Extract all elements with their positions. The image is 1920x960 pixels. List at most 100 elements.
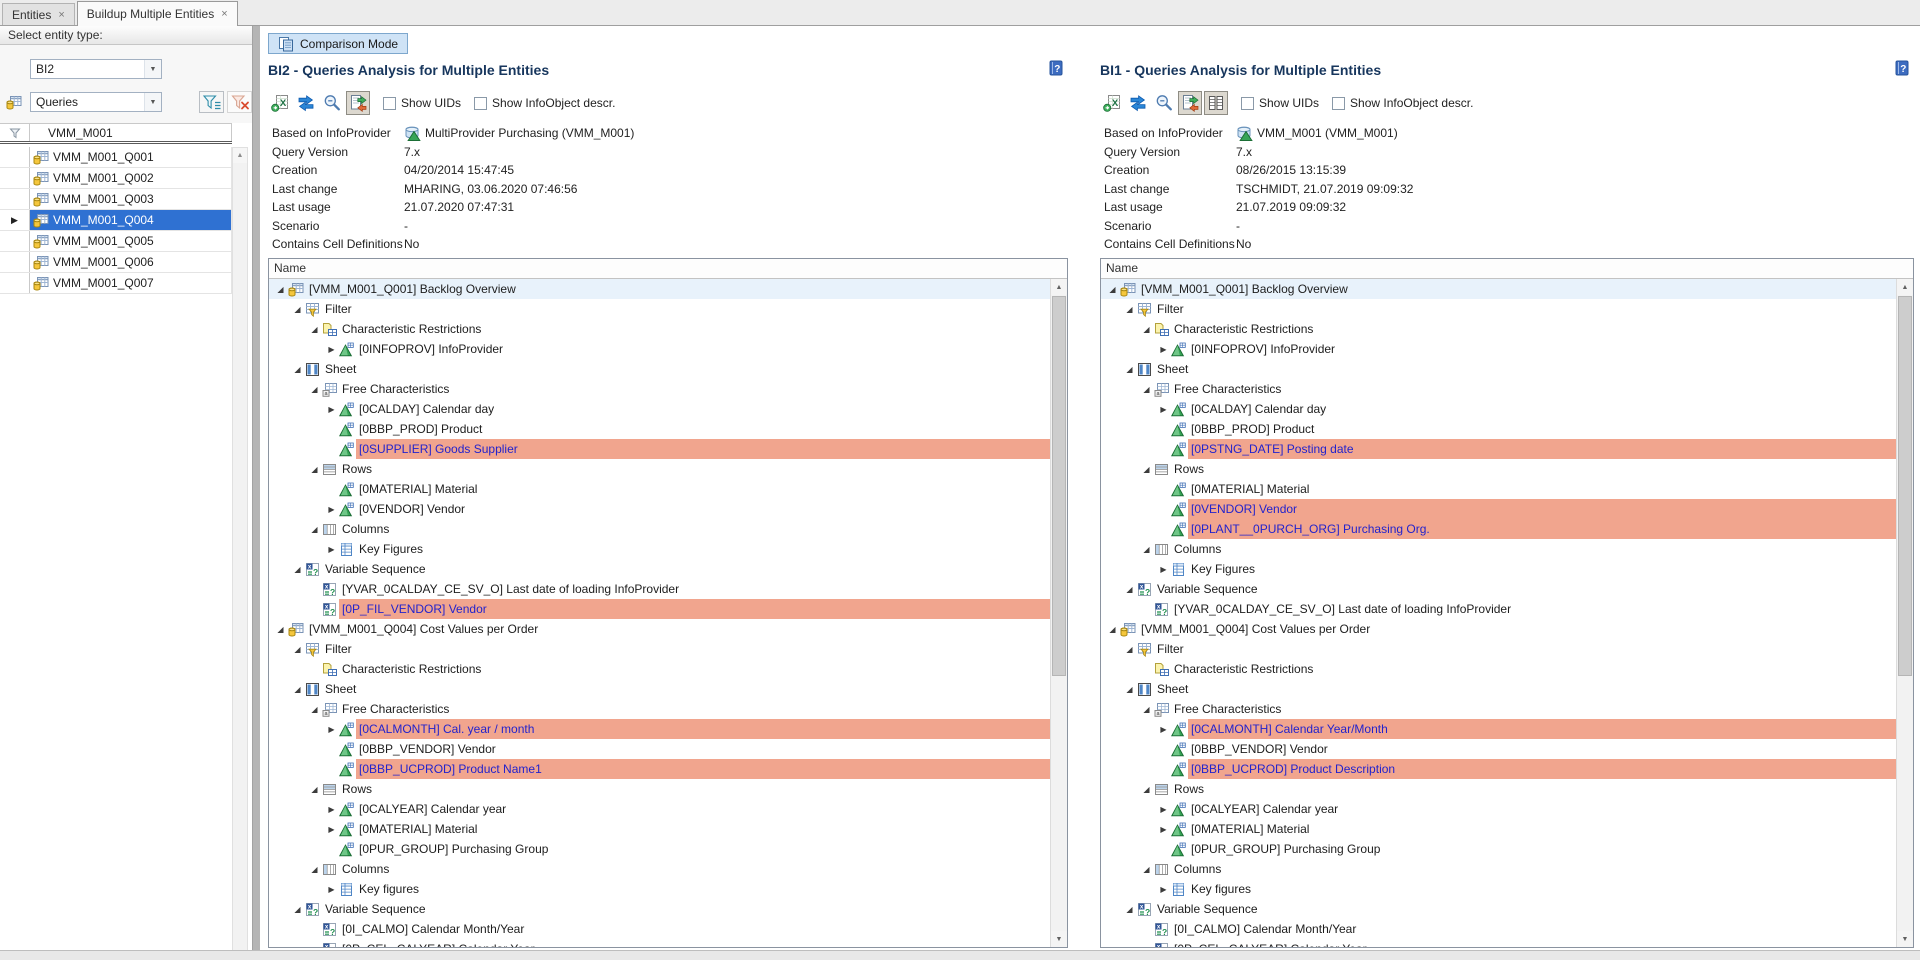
tree-node[interactable]: [0PUR_GROUP] Purchasing Group [1101,839,1896,859]
tree-node[interactable]: ◢Sheet [1101,679,1896,699]
tree-node[interactable]: ◢[VMM_M001_Q004] Cost Values per Order [1101,619,1896,639]
filter-edit-button[interactable] [199,91,224,113]
collapse-icon[interactable]: ◢ [1140,465,1153,474]
collapse-icon[interactable]: ◢ [1140,785,1153,794]
tab-buildup-multiple-entities[interactable]: Buildup Multiple Entities× [77,1,238,26]
tree-node[interactable]: ◢Filter [269,299,1050,319]
collapse-icon[interactable]: ◢ [1123,685,1136,694]
object-type-select[interactable]: Queries ▼ [30,92,162,112]
tree-node[interactable]: [0BBP_PROD] Product [1101,419,1896,439]
tree-node[interactable]: [0PLANT__0PURCH_ORG] Purchasing Org. [1101,519,1896,539]
collapse-icon[interactable]: ◢ [1106,625,1119,634]
excel-export-button[interactable]: X [268,91,292,115]
expand-icon[interactable]: ▶ [325,825,338,834]
tree-node[interactable]: ◢Columns [269,519,1050,539]
collapse-icon[interactable]: ◢ [308,385,321,394]
tree-node[interactable]: x?[0I_CALMO] Calendar Month/Year [269,919,1050,939]
collapse-icon[interactable]: ◢ [308,325,321,334]
checkbox[interactable] [474,97,487,110]
list-item[interactable]: VMM_M001_Q005 [0,231,232,252]
search-minus-button[interactable] [1152,91,1176,115]
grid-pair-button[interactable] [1204,91,1228,115]
checkbox[interactable] [1332,97,1345,110]
tree-node[interactable]: ◢Sheet [269,679,1050,699]
entity-type-select[interactable]: BI2 ▼ [30,59,162,79]
tree-node[interactable]: ◢Filter [1101,299,1896,319]
tree-node[interactable]: ▶[0CALDAY] Calendar day [1101,399,1896,419]
close-icon[interactable]: × [221,9,227,19]
collapse-icon[interactable]: ◢ [291,305,304,314]
expand-icon[interactable]: ▶ [325,545,338,554]
query-list-column-header[interactable]: VMM_M001 [30,124,232,141]
expand-icon[interactable]: ▶ [1157,725,1170,734]
tree-scrollbar[interactable]: ▲▼ [1896,279,1913,947]
sidebar-scrollbar[interactable]: ▲ ▼ [232,147,248,960]
tree-node[interactable]: ◢[VMM_M001_Q001] Backlog Overview [1101,279,1896,299]
expand-icon[interactable]: ▶ [325,805,338,814]
help-button[interactable]: ? [1048,60,1064,79]
tree-node[interactable]: ▶Key Figures [1101,559,1896,579]
tree-node[interactable]: [0BBP_UCPROD] Product Name1 [269,759,1050,779]
filter-row-indicator[interactable] [0,124,30,141]
tree-node[interactable]: ◢aFree Characteristics [269,379,1050,399]
tree-node[interactable]: ▶Key figures [269,879,1050,899]
scrollbar-thumb[interactable] [1898,296,1912,676]
scrollbar-thumb[interactable] [1052,296,1066,676]
tree-node[interactable]: ▶[0CALMONTH] Cal. year / month [269,719,1050,739]
tree-node[interactable]: ▶[0MATERIAL] Material [1101,819,1896,839]
tree-node[interactable]: ◢x?Variable Sequence [269,559,1050,579]
collapse-icon[interactable]: ◢ [1140,705,1153,714]
collapse-icon[interactable]: ◢ [291,365,304,374]
compare-transfer-button[interactable] [346,91,370,115]
tree-node[interactable]: ▶[0CALYEAR] Calendar year [269,799,1050,819]
close-icon[interactable]: × [58,10,64,20]
excel-export-button[interactable]: X [1100,91,1124,115]
collapse-icon[interactable]: ◢ [308,705,321,714]
scroll-down-icon[interactable]: ▼ [1051,931,1067,947]
tree-node[interactable]: x?[YVAR_0CALDAY_CE_SV_O] Last date of lo… [269,579,1050,599]
tree-node[interactable]: ◢Sheet [269,359,1050,379]
tree-node[interactable]: ◢Rows [1101,459,1896,479]
collapse-icon[interactable]: ◢ [274,285,287,294]
transfer-arrows-button[interactable] [294,91,318,115]
collapse-icon[interactable]: ◢ [291,685,304,694]
tree-node[interactable]: x?[0P_FIL_VENDOR] Vendor [269,599,1050,619]
tree-node[interactable]: ▶[0MATERIAL] Material [269,819,1050,839]
tab-entities[interactable]: Entities× [2,3,75,25]
collapse-icon[interactable]: ◢ [308,525,321,534]
filter-clear-button[interactable] [227,91,252,113]
expand-icon[interactable]: ▶ [325,405,338,414]
tree-node[interactable]: ◢Rows [269,779,1050,799]
tree-node[interactable]: ◢Rows [269,459,1050,479]
tree-node[interactable]: ▶Key Figures [269,539,1050,559]
expand-icon[interactable]: ▶ [325,725,338,734]
tree-node[interactable]: [0BBP_UCPROD] Product Description [1101,759,1896,779]
tree-node[interactable]: ▶[0CALMONTH] Calendar Year/Month [1101,719,1896,739]
compare-transfer-button[interactable] [1178,91,1202,115]
tree-node[interactable]: x?[0I_CALMO] Calendar Month/Year [1101,919,1896,939]
help-button[interactable]: ? [1894,60,1910,79]
list-item[interactable]: VMM_M001_Q006 [0,252,232,273]
expand-icon[interactable]: ▶ [1157,825,1170,834]
expand-icon[interactable]: ▶ [1157,345,1170,354]
transfer-arrows-button[interactable] [1126,91,1150,115]
list-item[interactable]: VMM_M001_Q003 [0,189,232,210]
tree-node[interactable]: ◢Columns [1101,859,1896,879]
tree-node[interactable]: ◢aFree Characteristics [269,699,1050,719]
tree-node[interactable]: [0PUR_GROUP] Purchasing Group [269,839,1050,859]
collapse-icon[interactable]: ◢ [308,465,321,474]
chevron-down-icon[interactable]: ▼ [144,60,161,78]
tree-node[interactable]: Characteristic Restrictions [1101,659,1896,679]
tree-node[interactable]: [0BBP_PROD] Product [269,419,1050,439]
tree-node[interactable]: ◢[VMM_M001_Q001] Backlog Overview [269,279,1050,299]
collapse-icon[interactable]: ◢ [274,625,287,634]
collapse-icon[interactable]: ◢ [291,565,304,574]
tree-node[interactable]: ◢Columns [269,859,1050,879]
expand-icon[interactable]: ▶ [325,345,338,354]
search-minus-button[interactable] [320,91,344,115]
collapse-icon[interactable]: ◢ [291,645,304,654]
tree-node[interactable]: ◢Characteristic Restrictions [269,319,1050,339]
scroll-up-icon[interactable]: ▲ [233,148,247,163]
tree-node[interactable]: x?[0P_CEL_CALYEAR] Calendar Year [269,939,1050,947]
list-item[interactable]: ▶VMM_M001_Q004 [0,210,232,231]
